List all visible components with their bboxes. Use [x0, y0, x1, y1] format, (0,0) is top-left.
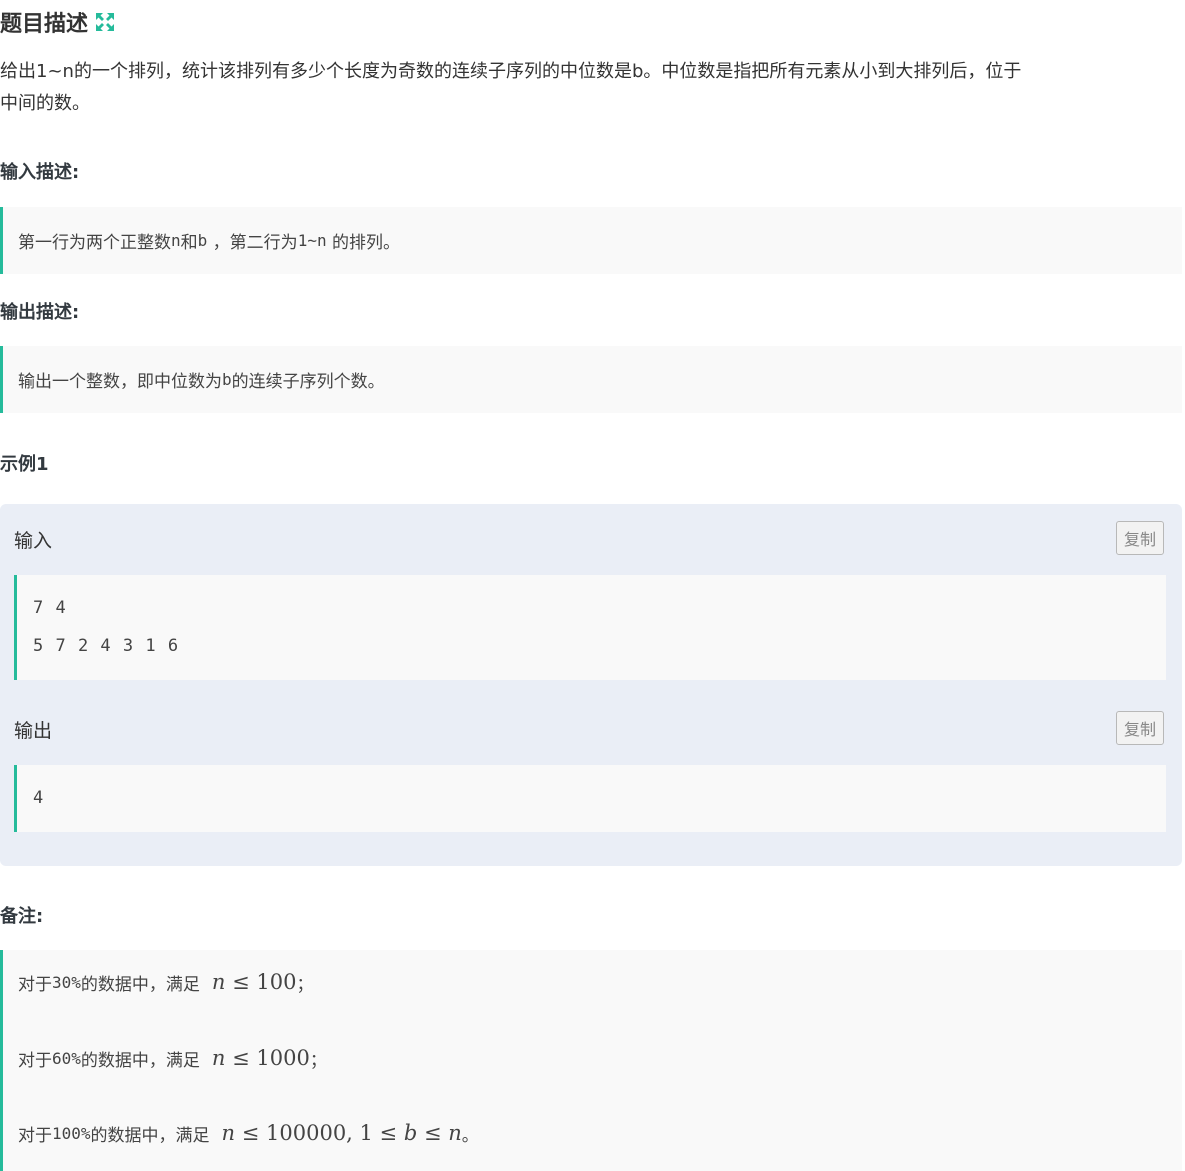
page-title-text: 题目描述	[0, 12, 89, 37]
output-description-block: 输出一个整数，即中位数为 b 的连续子序列个数。	[0, 346, 1182, 413]
math-var-n: n	[448, 1121, 462, 1145]
note-middle: 的数据中，满足	[80, 1050, 200, 1071]
note-math: n ≤ 1000	[212, 1046, 310, 1070]
math-var-n: n	[221, 1121, 236, 1145]
note-math: n ≤ 100000, 1 ≤ b ≤ n	[222, 1121, 462, 1145]
example-output-label: 输出	[14, 720, 53, 742]
problem-description: 给出1~n的一个排列，统计该排列有多少个长度为奇数的连续子序列的中位数是b。中位…	[0, 56, 1185, 120]
example-box: 输入 复制 7 4 5 7 2 4 3 1 6 输出 复制 4	[0, 504, 1182, 866]
note-prefix: 对于	[18, 1050, 52, 1071]
input-desc-part: 和	[180, 233, 198, 253]
note-middle: 的数据中，满足	[80, 974, 200, 995]
code-line: 4	[33, 788, 45, 808]
description-line-1: 给出1~n的一个排列，统计该排列有多少个长度为奇数的连续子序列的中位数是b。中位…	[0, 61, 1022, 82]
notes-block: 对于 30% 的数据中，满足 n ≤ 100 ； 对于 60% 的数据中，满足 …	[0, 950, 1182, 1171]
input-description-heading: 输入描述:	[0, 162, 80, 183]
note-prefix: 对于	[18, 974, 52, 995]
input-desc-var-b: b	[197, 231, 208, 250]
output-desc-part: 的连续子序列个数。	[231, 372, 385, 392]
code-line: 5 7 2 4 3 1 6	[33, 636, 180, 656]
math-expr: ≤ 1000	[225, 1046, 310, 1070]
copy-input-button[interactable]: 复制	[1116, 521, 1164, 555]
input-desc-var-n: n	[171, 231, 181, 250]
example-output-code[interactable]: 4	[14, 765, 1166, 832]
input-description-text: 第一行为两个正整数 n 和 b ，第二行为 1~n 的排列。	[18, 207, 1182, 274]
note-row-1: 对于 30% 的数据中，满足 n ≤ 100 ；	[18, 962, 313, 1002]
copy-output-button[interactable]: 复制	[1116, 711, 1164, 745]
input-desc-part: 第一行为两个正整数	[18, 233, 171, 253]
example-input-label: 输入	[14, 530, 53, 552]
page-title: 题目描述	[0, 6, 116, 38]
note-tail: ；	[296, 974, 314, 995]
math-var-n: n	[211, 1046, 226, 1070]
note-math: n ≤ 100	[212, 970, 297, 994]
output-desc-var-b: b	[222, 370, 232, 389]
math-expr: ≤	[417, 1121, 449, 1145]
example-heading: 示例1	[0, 454, 49, 475]
note-tail: 。	[461, 1125, 479, 1146]
input-description-block: 第一行为两个正整数 n 和 b ，第二行为 1~n 的排列。	[0, 207, 1182, 274]
math-var-n: n	[211, 970, 226, 994]
note-middle: 的数据中，满足	[90, 1125, 210, 1146]
note-tail: ；	[309, 1050, 327, 1071]
example-input-code[interactable]: 7 4 5 7 2 4 3 1 6	[14, 575, 1166, 680]
note-percent: 100%	[52, 1123, 91, 1143]
note-row-2: 对于 60% 的数据中，满足 n ≤ 1000 ；	[18, 1038, 327, 1078]
note-percent: 30%	[52, 972, 81, 992]
input-desc-part: ，第二行为	[207, 233, 298, 253]
output-description-text: 输出一个整数，即中位数为 b 的连续子序列个数。	[18, 346, 1182, 413]
input-desc-part: 的排列。	[326, 233, 400, 253]
output-description-heading: 输出描述:	[0, 302, 80, 323]
output-desc-part: 输出一个整数，即中位数为	[18, 372, 222, 392]
description-line-2: 中间的数。	[0, 93, 90, 114]
math-var-b: b	[403, 1121, 418, 1145]
note-percent: 60%	[52, 1048, 81, 1068]
expand-arrows-icon[interactable]	[94, 11, 116, 33]
notes-heading: 备注:	[0, 906, 44, 927]
math-expr: ≤ 100000, 1 ≤	[235, 1121, 404, 1145]
code-line: 7 4	[33, 598, 67, 618]
input-desc-range: 1~n	[297, 231, 327, 250]
math-expr: ≤ 100	[225, 970, 297, 994]
note-row-3: 对于 100% 的数据中，满足 n ≤ 100000, 1 ≤ b ≤ n 。	[18, 1113, 479, 1153]
note-prefix: 对于	[18, 1125, 52, 1146]
